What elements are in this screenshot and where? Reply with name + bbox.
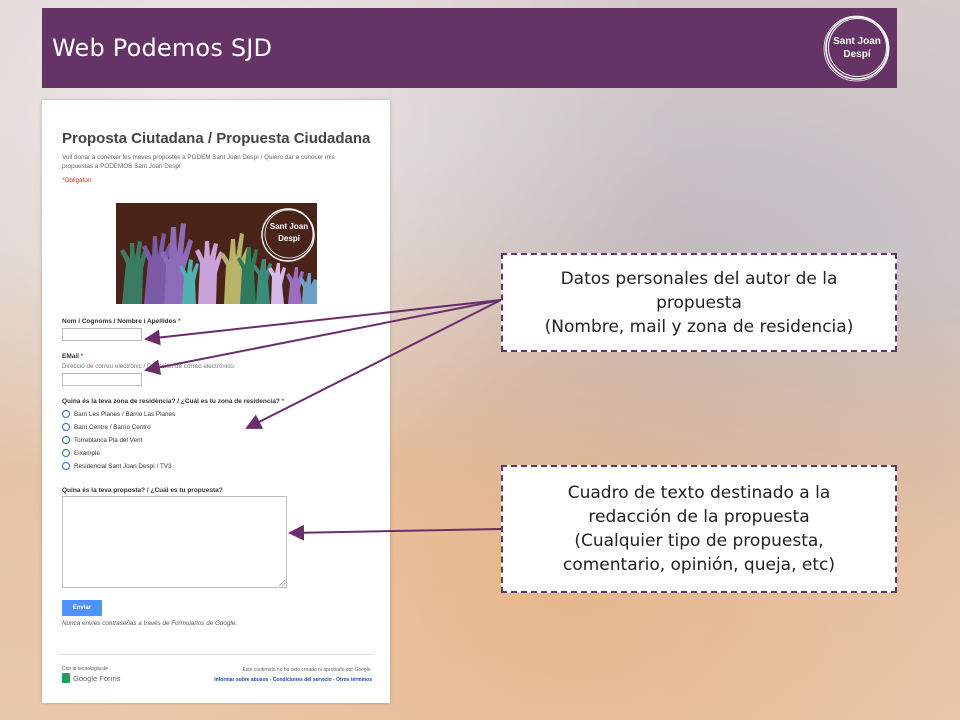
zone-option-label: Eixample [74,449,100,457]
zone-option[interactable]: Barri Centre / Barrio Centro [62,422,151,432]
callout-text: (Cualquier tipo de propuesta, [574,531,824,551]
proposal-label: Quina és la teva proposta? / ¿Cuál es tu… [62,487,223,494]
callout-text: Cuadro de texto destinado a la [567,483,831,503]
banner-line1: Sant Joan [269,222,309,231]
sant-joan-despi-logo: Sant Joan Despí [823,14,891,82]
zone-option[interactable]: Eixample [62,448,100,458]
radio-icon[interactable] [62,423,70,431]
google-form-screenshot: Proposta Ciutadana / Propuesta Ciudadana… [42,100,390,703]
password-warning: Nunca envíes contraseñas a través de For… [62,620,238,627]
zone-option-label: Residencial Sant Joan Despí / TV3 [74,462,172,470]
email-help: Direcció de correu electrònic / Direcció… [62,363,234,370]
banner-line2: Despí [278,234,300,243]
radio-icon[interactable] [62,449,70,457]
required-note: *Obligatori [62,177,92,184]
google-forms-logo: Google Forms [62,673,121,683]
banner-logo-text: Sant Joan Despí [266,221,312,245]
resize-grip-icon[interactable] [279,580,285,586]
name-field[interactable] [62,328,142,341]
email-label: EMail [62,353,79,360]
submit-button[interactable]: Enviar [62,600,102,616]
google-forms-icon [62,673,70,683]
required-star: * [80,353,84,360]
zone-question: Quina és la teva zona de residència? / ¿… [62,398,284,405]
zone-option[interactable]: Torreblanca Pla del Vent [62,435,142,445]
callout-textbox: Cuadro de texto destinado a la redacción… [501,465,897,593]
footer-divider [58,654,374,655]
name-label: Nom i Cognoms / Nombre i Apellidos [62,318,177,325]
footer-note: Este contenido no ha sido creado ni apro… [242,667,372,673]
logo-line2: Despí [843,49,871,60]
zone-option-label: Barri Centre / Barrio Centro [74,423,151,431]
zone-option[interactable]: Residencial Sant Joan Despí / TV3 [62,461,172,471]
required-star: * [178,318,181,325]
google-forms-text: Google Forms [73,673,121,683]
name-question: Nom i Cognoms / Nombre i Apellidos * [62,318,181,325]
callout-text: propuesta [656,292,742,313]
proposal-textarea[interactable] [62,496,287,588]
zone-option[interactable]: Barri Les Planes / Barrio Las Planes [62,409,175,419]
powered-by-text: Con la tecnología de [62,666,108,672]
callout-personal-data: Datos personales del autor de la propues… [501,253,897,352]
zone-option-label: Torreblanca Pla del Vent [74,436,143,444]
callout-text: comentario, opinión, queja, etc) [562,555,836,575]
callout-text: redacción de la propuesta [588,507,810,527]
zone-option-label: Barri Les Planes / Barrio Las Planes [74,410,176,418]
footer-links[interactable]: Informar sobre abusos - Condiciones del … [214,677,372,683]
email-field[interactable] [62,373,142,386]
callout-text: (Nombre, mail y zona de residencia) [544,316,854,337]
required-star: * [281,398,285,405]
radio-icon[interactable] [62,410,70,418]
raised-hands-image [116,203,317,304]
logo-line1: Sant Joan [833,36,881,47]
form-title: Proposta Ciutadana / Propuesta Ciudadana [62,130,371,147]
raised-hands-banner: Sant Joan Despí [116,203,317,304]
page-title: Web Podemos SJD [52,34,273,62]
callout-text: Datos personales del autor de la [560,268,838,289]
zone-label: Quina és la teva zona de residència? / ¿… [62,398,280,405]
header-bar: Web Podemos SJD Sant Joan Despí [42,8,897,88]
proposal-question: Quina és la teva proposta? / ¿Cuál es tu… [62,487,223,494]
form-description: Vull donar a conèixer les meves proposte… [62,154,335,170]
radio-icon[interactable] [62,462,70,470]
email-question: EMail * [62,353,83,360]
radio-icon[interactable] [62,436,70,444]
